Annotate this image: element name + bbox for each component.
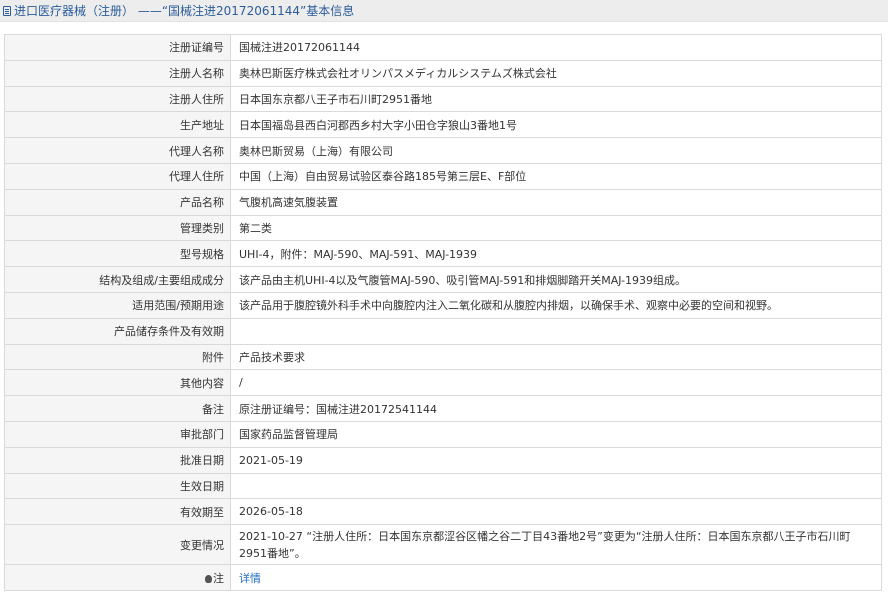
- row-value: UHI-4，附件：MAJ-590、MAJ-591、MAJ-1939: [230, 240, 882, 268]
- row-value: 日本国东京都八王子市石川町2951番地: [230, 85, 882, 113]
- row-value: 国械注进20172061144: [230, 34, 882, 61]
- row-value: 2026-05-18: [230, 498, 882, 526]
- row-label: 备注: [4, 395, 231, 422]
- row-label: 注册人住所: [4, 85, 231, 113]
- row-value: 第二类: [230, 214, 882, 242]
- table-row: 变更情况 2021-10-27 “注册人住所：日本国东京都涩谷区幡之谷二丁目43…: [4, 524, 882, 566]
- row-label: 代理人名称: [4, 137, 231, 164]
- table-row: 产品名称 气腹机高速気腹装置: [4, 188, 882, 216]
- row-value: 奥林巴斯医疗株式会社オリンパスメディカルシステムズ株式会社: [230, 59, 882, 87]
- row-label: 注册人名称: [4, 59, 231, 87]
- table-row: 管理类别 第二类: [4, 214, 882, 242]
- table-row: 产品储存条件及有效期: [4, 317, 882, 345]
- row-label: 注册证编号: [4, 34, 231, 61]
- row-label: 管理类别: [4, 214, 231, 242]
- note-label-cell: 注: [4, 564, 231, 591]
- note-value-cell: 详情: [230, 564, 882, 591]
- table-row-note: 注 详情: [4, 564, 882, 591]
- row-value: 原注册证编号：国械注进20172541144: [230, 395, 882, 422]
- row-value: 2021-05-19: [230, 446, 882, 474]
- row-label: 附件: [4, 343, 231, 371]
- row-value: 气腹机高速気腹装置: [230, 188, 882, 216]
- row-value: 日本国福岛县西白河郡西乡村大字小田仓字狼山3番地1号: [230, 111, 882, 139]
- page-title: 进口医疗器械（注册） ——“国械注进20172061144”基本信息: [14, 4, 355, 18]
- row-label: 有效期至: [4, 498, 231, 526]
- row-label: 其他内容: [4, 369, 231, 397]
- row-value: 该产品由主机UHI-4以及气腹管MAJ-590、吸引管MAJ-591和排烟脚踏开…: [230, 266, 882, 293]
- table-row: 型号规格 UHI-4，附件：MAJ-590、MAJ-591、MAJ-1939: [4, 240, 882, 268]
- note-label: 注: [213, 571, 224, 585]
- row-label: 审批部门: [4, 420, 231, 448]
- page-title-bar: 进口医疗器械（注册） ——“国械注进20172061144”基本信息: [0, 0, 888, 22]
- row-value: 产品技术要求: [230, 343, 882, 371]
- table-row: 注册证编号 国械注进20172061144: [4, 34, 882, 61]
- row-value: 中国（上海）自由贸易试验区泰谷路185号第三层E、F部位: [230, 162, 882, 190]
- table-row: 附件 产品技术要求: [4, 343, 882, 371]
- row-value: 奥林巴斯贸易（上海）有限公司: [230, 137, 882, 164]
- details-link[interactable]: 详情: [239, 572, 261, 585]
- table-row: 生产地址 日本国福岛县西白河郡西乡村大字小田仓字狼山3番地1号: [4, 111, 882, 139]
- row-label: 生产地址: [4, 111, 231, 139]
- row-label: 产品储存条件及有效期: [4, 317, 231, 345]
- row-value: 该产品用于腹腔镜外科手术中向腹腔内注入二氧化碳和从腹腔内排烟，以确保手术、观察中…: [230, 291, 882, 319]
- row-value: [230, 472, 882, 500]
- row-label: 批准日期: [4, 446, 231, 474]
- table-row: 结构及组成/主要组成成分 该产品由主机UHI-4以及气腹管MAJ-590、吸引管…: [4, 266, 882, 293]
- table-row: 代理人名称 奥林巴斯贸易（上海）有限公司: [4, 137, 882, 164]
- info-table: 注册证编号 国械注进20172061144 注册人名称 奥林巴斯医疗株式会社オリ…: [4, 34, 882, 591]
- row-label: 产品名称: [4, 188, 231, 216]
- row-value: /: [230, 369, 882, 397]
- table-row: 注册人名称 奥林巴斯医疗株式会社オリンパスメディカルシステムズ株式会社: [4, 59, 882, 87]
- row-label: 变更情况: [4, 524, 231, 566]
- table-row: 有效期至 2026-05-18: [4, 498, 882, 526]
- lightbulb-icon: [205, 574, 212, 583]
- row-label: 结构及组成/主要组成成分: [4, 266, 231, 293]
- row-value: 国家药品监督管理局: [230, 420, 882, 448]
- row-value: [230, 317, 882, 345]
- table-row: 生效日期: [4, 472, 882, 500]
- row-label: 型号规格: [4, 240, 231, 268]
- row-label: 适用范围/预期用途: [4, 291, 231, 319]
- table-row: 备注 原注册证编号：国械注进20172541144: [4, 395, 882, 422]
- table-row: 适用范围/预期用途 该产品用于腹腔镜外科手术中向腹腔内注入二氧化碳和从腹腔内排烟…: [4, 291, 882, 319]
- row-label: 代理人住所: [4, 162, 231, 190]
- table-row: 代理人住所 中国（上海）自由贸易试验区泰谷路185号第三层E、F部位: [4, 162, 882, 190]
- document-icon: [3, 5, 11, 16]
- table-row: 批准日期 2021-05-19: [4, 446, 882, 474]
- row-label: 生效日期: [4, 472, 231, 500]
- row-value: 2021-10-27 “注册人住所：日本国东京都涩谷区幡之谷二丁目43番地2号”…: [230, 524, 882, 566]
- table-row: 其他内容 /: [4, 369, 882, 397]
- table-row: 审批部门 国家药品监督管理局: [4, 420, 882, 448]
- table-row: 注册人住所 日本国东京都八王子市石川町2951番地: [4, 85, 882, 113]
